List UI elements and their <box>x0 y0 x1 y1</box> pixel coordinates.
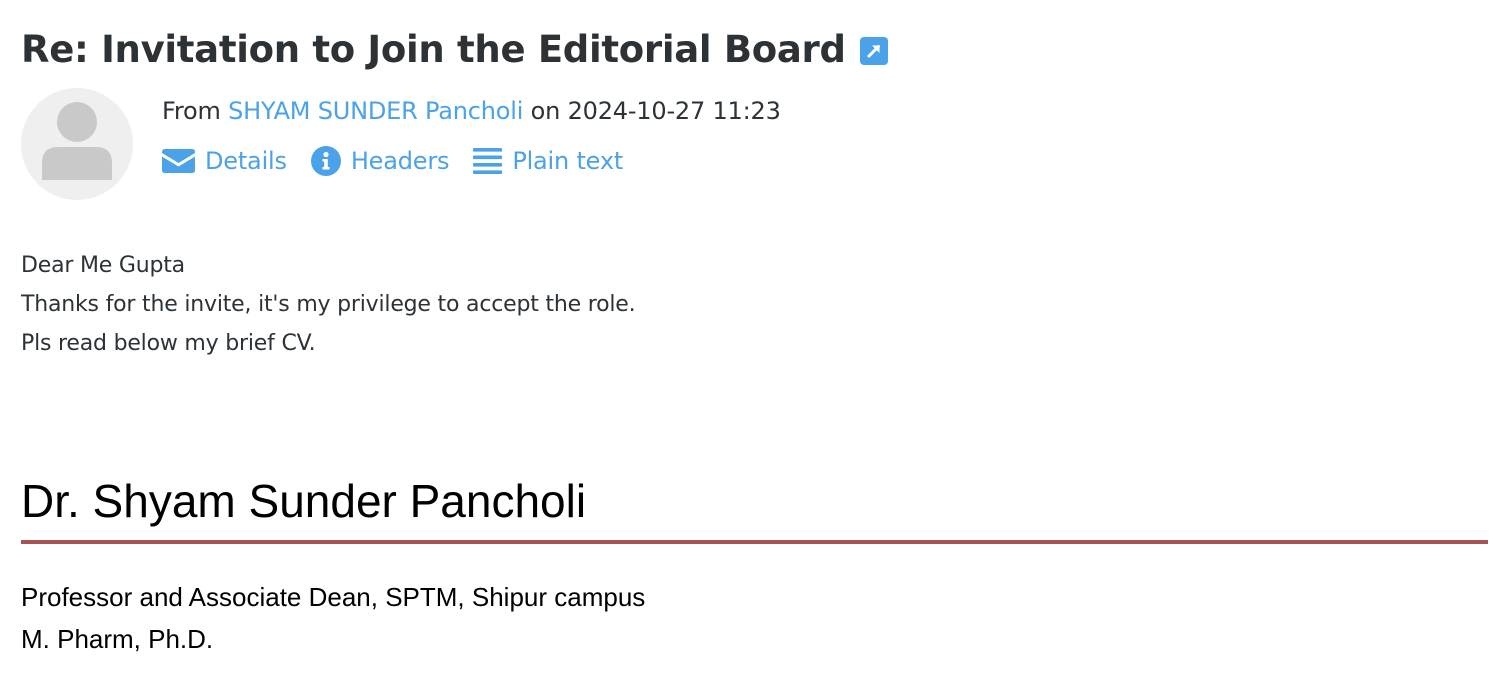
cv-name-heading: Dr. Shyam Sunder Pancholi <box>21 475 587 527</box>
lines-icon <box>473 148 503 174</box>
details-label: Details <box>205 147 287 175</box>
cv-line: Professor and Associate Dean, SPTM, Ship… <box>21 582 646 612</box>
date-prefix: on <box>530 97 561 125</box>
avatar <box>21 88 133 200</box>
body-line: Dear Me Gupta <box>21 253 185 278</box>
cv-details: Professor and Associate Dean, SPTM, Ship… <box>21 576 645 660</box>
message-from-line: From SHYAM SUNDER Pancholi on 2024-10-27… <box>162 97 781 125</box>
message-subject-row: Re: Invitation to Join the Editorial Boa… <box>21 22 888 76</box>
envelope-icon <box>162 149 195 173</box>
message-subject: Re: Invitation to Join the Editorial Boa… <box>21 27 846 71</box>
from-prefix: From <box>162 97 221 125</box>
headers-button[interactable]: Headers <box>310 146 450 176</box>
user-silhouette-icon <box>42 102 112 180</box>
details-button[interactable]: Details <box>162 147 287 175</box>
plain-text-button[interactable]: Plain text <box>473 147 623 175</box>
body-line: Thanks for the invite, it's my privilege… <box>21 292 636 317</box>
sender-link[interactable]: SHYAM SUNDER Pancholi <box>228 97 523 125</box>
body-line: Pls read below my brief CV. <box>21 331 316 356</box>
external-link-icon[interactable] <box>859 37 888 65</box>
info-icon <box>310 146 341 176</box>
headers-label: Headers <box>350 147 450 175</box>
message-date: 2024-10-27 11:23 <box>567 97 781 125</box>
cv-divider <box>21 540 1488 544</box>
message-body: Dear Me Gupta Thanks for the invite, it'… <box>21 246 636 363</box>
message-actions: Details Headers Plain text <box>162 146 623 176</box>
plain-text-label: Plain text <box>512 147 624 175</box>
cv-line: M. Pharm, Ph.D. <box>21 624 214 654</box>
